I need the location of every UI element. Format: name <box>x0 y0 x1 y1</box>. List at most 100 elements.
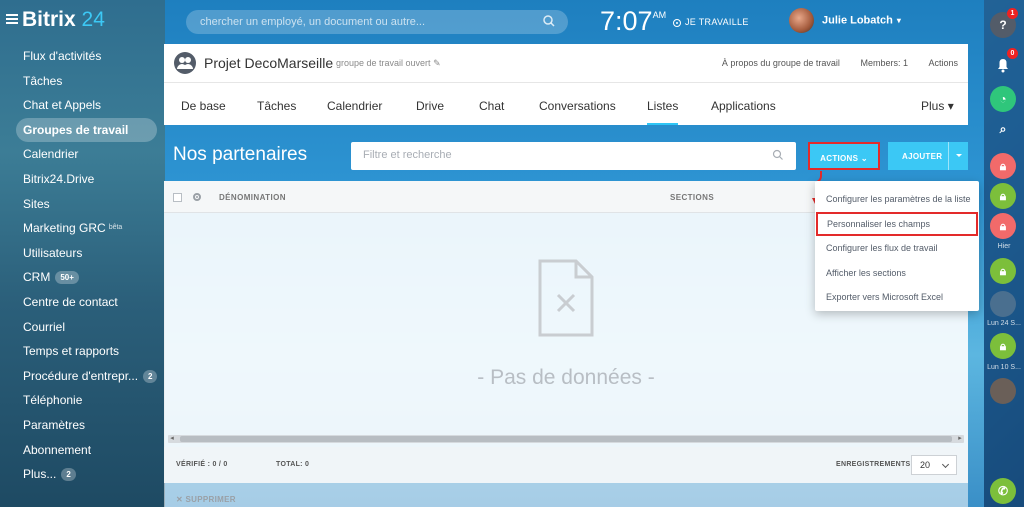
about-group-link[interactable]: À propos du groupe de travail <box>722 58 840 68</box>
sidebar-item-chat[interactable]: Chat et Appels <box>0 93 165 118</box>
menu-item-show-sections[interactable]: Afficher les sections <box>815 261 979 286</box>
counter-badge: 2 <box>143 369 158 383</box>
search-icon[interactable] <box>772 149 784 161</box>
clock-icon <box>673 18 681 27</box>
phone-icon[interactable]: ✆ <box>990 478 1016 504</box>
avatar <box>789 8 814 33</box>
global-search-input[interactable]: chercher un employé, un document ou autr… <box>186 10 568 34</box>
sidebar-item-contact-center[interactable]: Centre de contact <box>0 290 165 315</box>
avatar[interactable] <box>990 378 1016 404</box>
tab-de-base[interactable]: De base <box>181 99 226 113</box>
lock-icon[interactable]: 🔒︎ <box>990 333 1016 359</box>
sidebar-item-parametres[interactable]: Paramètres <box>0 413 165 438</box>
search-icon[interactable] <box>542 14 556 28</box>
lock-icon[interactable]: 🔒︎ <box>990 153 1016 179</box>
chat-icon[interactable]: ◔ <box>990 86 1016 112</box>
sidebar-item-procedure[interactable]: Procédure d'entrepr... 2 <box>0 364 165 389</box>
tab-chat[interactable]: Chat <box>479 99 504 113</box>
sidebar-item-temps[interactable]: Temps et rapports <box>0 339 165 364</box>
tab-calendrier[interactable]: Calendrier <box>327 99 382 113</box>
left-sidebar: Flux d'activités Tâches Chat et Appels G… <box>0 44 165 487</box>
group-actions-link[interactable]: Actions <box>928 58 958 68</box>
page-title: Nos partenaires <box>173 144 308 165</box>
tab-taches[interactable]: Tâches <box>257 99 296 113</box>
delete-button[interactable]: ✕ SUPPRIMER <box>176 495 236 504</box>
notification-badge: 1 <box>1007 8 1018 19</box>
lock-icon[interactable]: 🔒︎ <box>990 183 1016 209</box>
user-menu[interactable]: Julie Lobatch ▾ <box>789 8 901 36</box>
group-links: À propos du groupe de travail Members: 1… <box>704 58 958 68</box>
gear-icon[interactable] <box>191 191 203 203</box>
counter-badge: 50+ <box>55 271 79 285</box>
group-title[interactable]: Projet DecoMarseille <box>204 55 333 71</box>
sidebar-item-crm[interactable]: CRM 50+ <box>0 265 165 290</box>
records-label: ENREGISTREMENTS : <box>836 461 916 468</box>
menu-item-customize-fields[interactable]: Personnaliser les champs <box>816 211 978 237</box>
total-count: TOTAL: 0 <box>276 461 310 468</box>
empty-message: - Pas de données - <box>477 366 655 389</box>
group-icon <box>174 52 196 74</box>
actions-dropdown-menu: Configurer les paramètres de la liste Pe… <box>815 181 979 311</box>
menu-item-configure-list[interactable]: Configurer les paramètres de la liste <box>815 187 979 212</box>
tab-plus[interactable]: Plus ▾ <box>921 99 954 113</box>
avatar[interactable] <box>990 291 1016 317</box>
empty-file-icon <box>538 259 594 337</box>
tab-applications[interactable]: Applications <box>711 99 776 113</box>
scroll-right-icon[interactable]: ▸ <box>956 435 964 443</box>
add-button[interactable]: AJOUTER <box>888 142 968 170</box>
column-header-sections[interactable]: SECTIONS <box>670 193 714 202</box>
help-button[interactable]: ? 1 <box>990 8 1018 38</box>
pencil-icon[interactable]: ✎ <box>433 58 441 68</box>
column-header-name[interactable]: DÉNOMINATION <box>219 193 286 202</box>
chevron-down-icon: ▾ <box>896 16 901 26</box>
filter-search-input[interactable]: Filtre et recherche <box>351 142 796 170</box>
lock-icon[interactable]: 🔒︎ <box>990 213 1016 239</box>
date-label: Lun 24 S... <box>987 320 1021 327</box>
clock[interactable]: 7:07AM <box>600 6 666 37</box>
close-icon: ✕ <box>176 495 184 504</box>
select-all-checkbox[interactable] <box>173 193 182 202</box>
work-status[interactable]: JE TRAVAILLE <box>673 17 749 27</box>
scroll-left-icon[interactable]: ◂ <box>168 435 176 443</box>
group-type: groupe de travail ouvert ✎ <box>336 58 441 68</box>
lock-icon[interactable]: 🔒︎ <box>990 258 1016 284</box>
counter-badge: 2 <box>61 468 76 482</box>
date-label: Hier <box>997 243 1011 250</box>
notification-badge: 0 <box>1007 48 1018 59</box>
sidebar-item-courriel[interactable]: Courriel <box>0 315 165 340</box>
page-size-select[interactable]: 20 <box>911 455 957 475</box>
actions-button[interactable]: ACTIONS ⌄ <box>808 142 880 170</box>
sidebar-item-drive[interactable]: Bitrix24.Drive <box>0 167 165 192</box>
add-dropdown-toggle[interactable] <box>948 142 968 170</box>
logo[interactable]: Bitrix 24 <box>22 8 105 32</box>
sidebar-item-telephonie[interactable]: Téléphonie <box>0 388 165 413</box>
sidebar-item-plus[interactable]: Plus... 2 <box>0 462 165 487</box>
menu-icon[interactable] <box>6 14 18 24</box>
bell-icon[interactable]: 0 <box>990 48 1018 78</box>
grid-footer: VÉRIFIÉ : 0 / 0 TOTAL: 0 ENREGISTREMENTS… <box>164 447 968 483</box>
scrollbar-thumb[interactable] <box>180 436 952 442</box>
group-header: Projet DecoMarseille groupe de travail o… <box>164 44 968 83</box>
group-tabs: De base Tâches Calendrier Drive Chat Con… <box>164 83 968 125</box>
sidebar-item-groupes[interactable]: Groupes de travail <box>16 117 157 143</box>
verified-count: VÉRIFIÉ : 0 / 0 <box>176 461 228 468</box>
members-link[interactable]: Members: 1 <box>860 58 908 68</box>
tab-drive[interactable]: Drive <box>416 99 444 113</box>
search-icon[interactable]: ⌕ <box>990 116 1016 142</box>
sidebar-item-calendrier[interactable]: Calendrier <box>0 142 165 167</box>
top-header: Bitrix 24 chercher un employé, un docume… <box>0 0 984 44</box>
sidebar-item-abonnement[interactable]: Abonnement <box>0 438 165 463</box>
action-panel: ✕ SUPPRIMER <box>164 483 968 507</box>
horizontal-scrollbar[interactable]: ◂ ▸ <box>168 435 964 443</box>
menu-item-configure-workflows[interactable]: Configurer les flux de travail <box>815 236 979 261</box>
sidebar-item-sites[interactable]: Sites <box>0 192 165 217</box>
sidebar-item-utilisateurs[interactable]: Utilisateurs <box>0 241 165 266</box>
sidebar-item-marketing[interactable]: Marketing GRC bêta <box>0 216 165 241</box>
chevron-down-icon: ▾ <box>947 99 954 113</box>
sidebar-item-taches[interactable]: Tâches <box>0 69 165 94</box>
sidebar-item-flux[interactable]: Flux d'activités <box>0 44 165 69</box>
tab-listes[interactable]: Listes <box>647 99 679 125</box>
right-panel: ? 1 0 ◔ ⌕ 🔒︎ 🔒︎ 🔒︎ Hier 🔒︎ Lun 24 S... 🔒︎… <box>984 0 1024 507</box>
tab-conversations[interactable]: Conversations <box>539 99 616 113</box>
menu-item-export-excel[interactable]: Exporter vers Microsoft Excel <box>815 285 979 310</box>
